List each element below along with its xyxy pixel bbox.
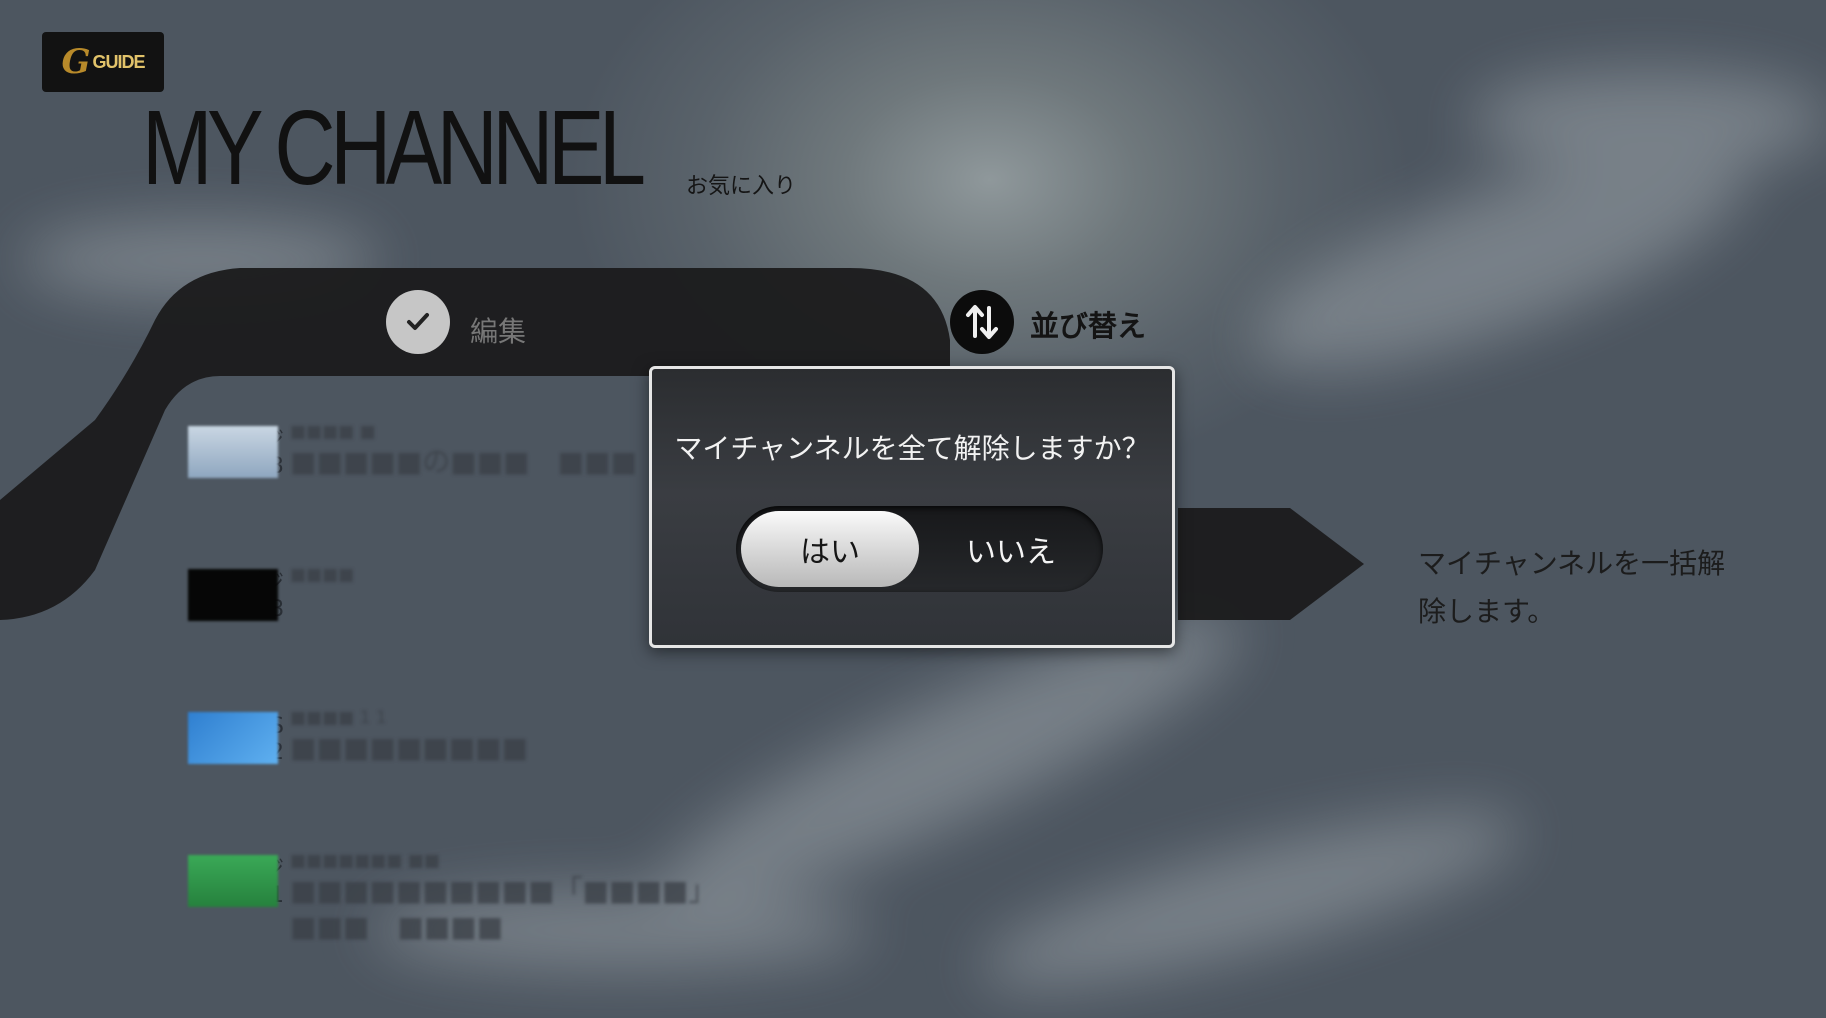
checkmark-icon (407, 313, 429, 330)
channel-row[interactable]: BS 102 ■■■■ 1 1 ■■■■■■■■■ (100, 706, 800, 816)
help-text: マイチャンネルを一括解除します。 (1418, 547, 1726, 628)
edit-button[interactable] (386, 290, 450, 354)
program-info: ■■■■■■■ ■■ (290, 851, 440, 871)
sort-button[interactable] (950, 290, 1014, 354)
no-button[interactable]: いいえ (925, 511, 1097, 587)
program-title-cont: ■■■ ■■■■ (290, 910, 504, 943)
edit-label: 編集 (470, 315, 527, 348)
program-title: ■■■■■■■■■ (290, 731, 529, 764)
yes-button[interactable]: はい (741, 511, 919, 587)
channel-logo (188, 426, 278, 478)
yes-no-toggle: はい いいえ (736, 506, 1103, 592)
channel-row[interactable]: 地デジ 021 ■■■■■■■ ■■ ■■■■■■■■■■「■■■■」 ■■■ … (100, 849, 800, 959)
channel-logo (188, 712, 278, 764)
confirm-dialog: マイチャンネルを全て解除しますか？ はい いいえ (649, 366, 1175, 648)
channel-logo (188, 569, 278, 621)
dialog-message: マイチャンネルを全て解除しますか？ (674, 432, 1150, 465)
program-title: ■■■■■■■■■■「■■■■」 (290, 874, 717, 907)
channel-logo (188, 855, 278, 907)
sort-label: 並び替え (1030, 309, 1147, 343)
program-info: ■■■■ 1 1 (290, 708, 387, 728)
sort-arrows-icon (966, 305, 998, 339)
